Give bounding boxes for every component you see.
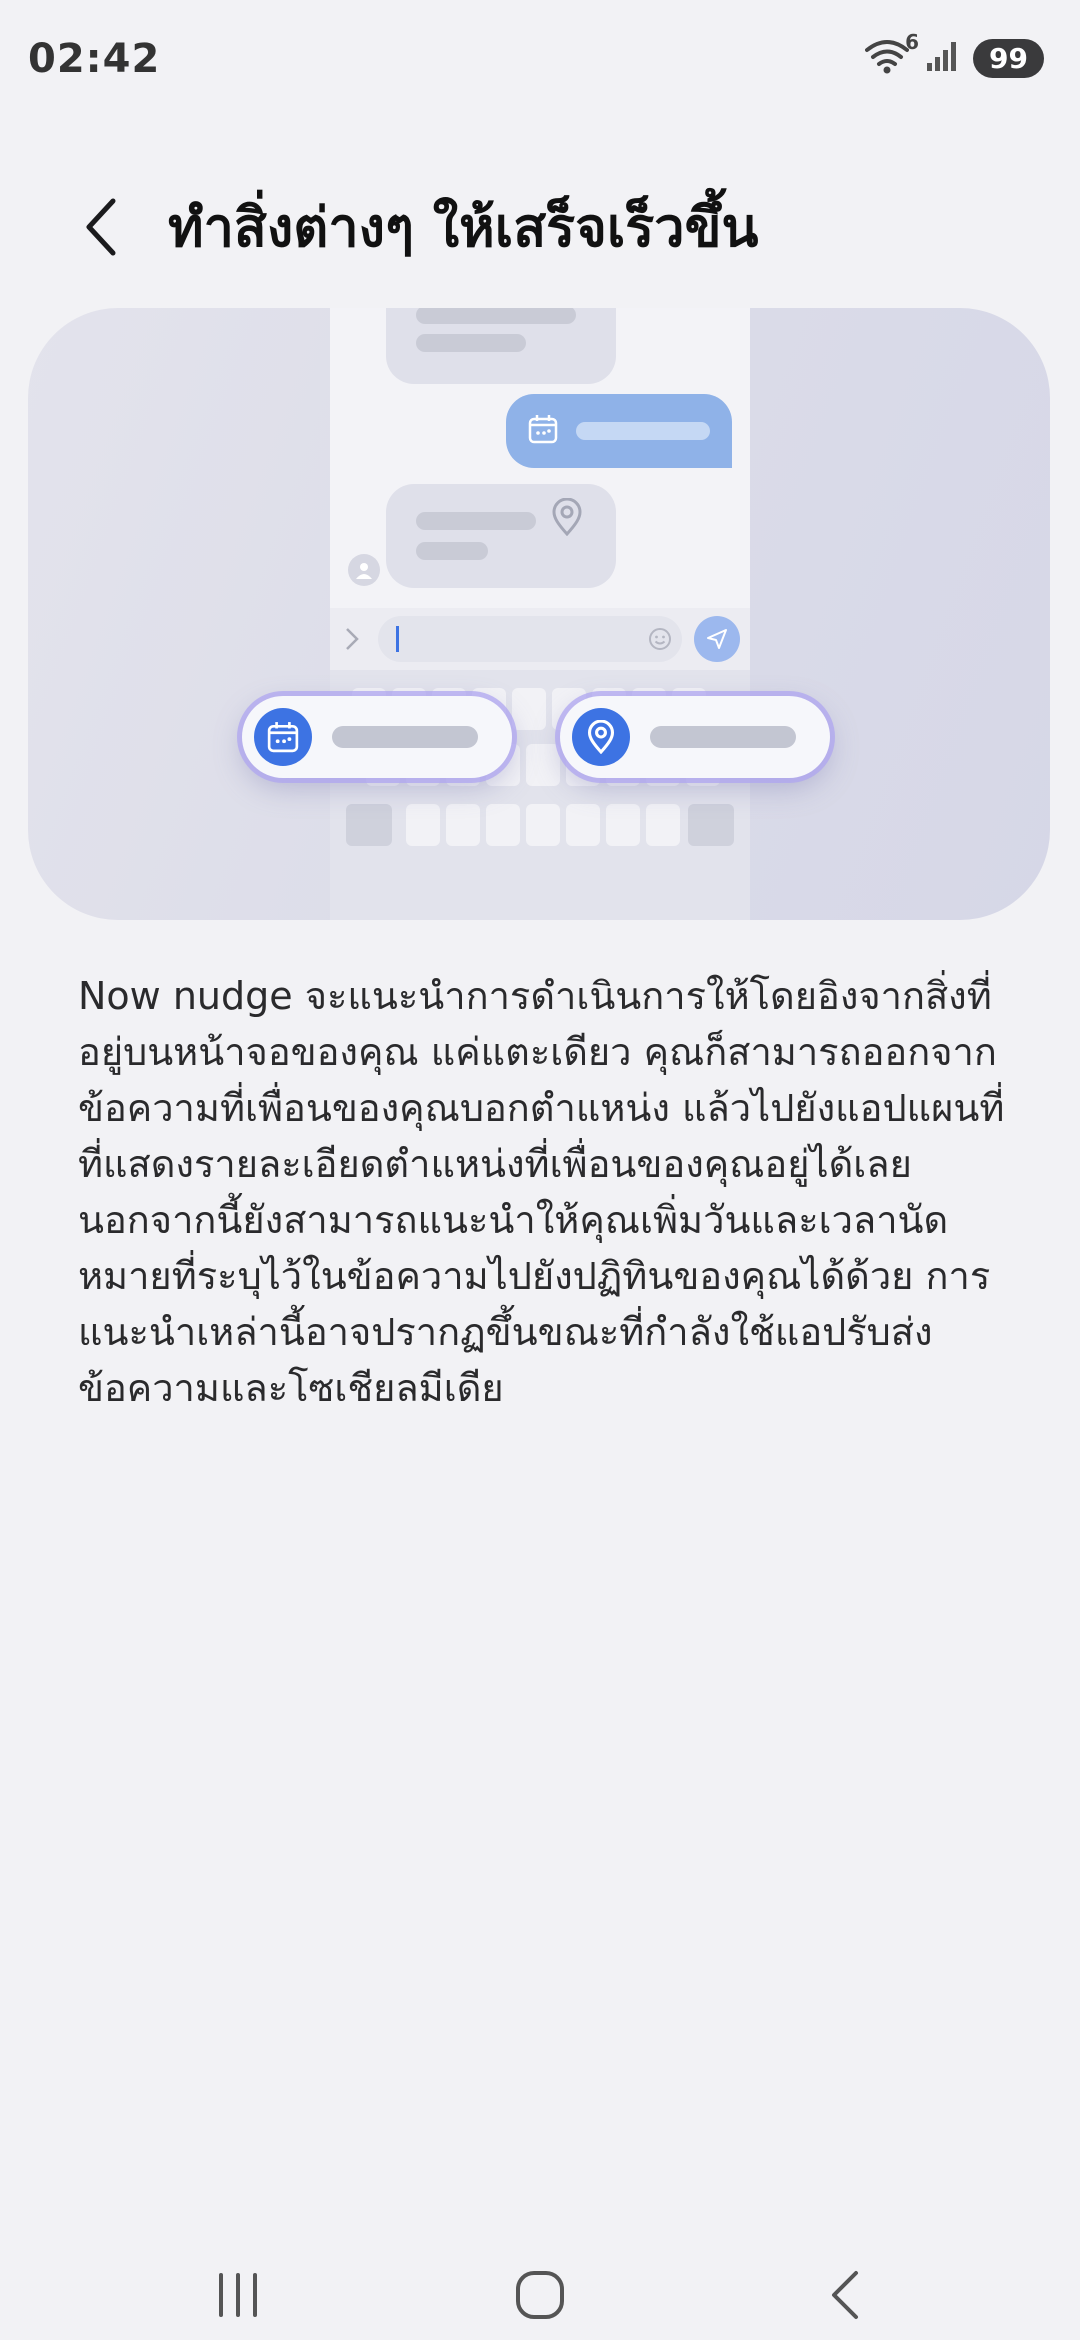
status-time: 02:42	[28, 36, 161, 82]
illustration	[28, 308, 1050, 920]
recents-button[interactable]	[178, 2250, 298, 2340]
chevron-left-icon	[86, 198, 116, 256]
location-pin-icon	[552, 498, 582, 536]
battery-icon: 99	[973, 38, 1044, 78]
message-bubble-outgoing	[506, 394, 732, 468]
location-suggestion-chip	[560, 696, 830, 778]
emoji-icon	[649, 628, 671, 650]
back-icon	[832, 2271, 858, 2319]
calendar-icon	[528, 415, 558, 444]
profile-icon	[348, 554, 380, 586]
status-icons: 6 99	[865, 30, 1044, 78]
header: ทำสิ่งต่างๆ ให้เสร็จเร็วขึ้น	[0, 170, 1080, 280]
back-button[interactable]	[66, 182, 136, 272]
calendar-suggestion-chip	[242, 696, 512, 778]
chevron-right-icon	[346, 628, 359, 650]
page-title: ทำสิ่งต่างๆ ให้เสร็จเร็วขึ้น	[168, 196, 759, 259]
recents-icon	[219, 2273, 257, 2317]
send-icon	[694, 616, 740, 662]
phone-mockup	[330, 308, 750, 920]
message-bubble-incoming	[386, 308, 616, 384]
home-button[interactable]	[480, 2250, 600, 2340]
navigation-bar	[0, 2220, 1080, 2340]
wifi-icon: 6	[865, 30, 919, 78]
signal-icon	[925, 39, 961, 77]
wifi-badge: 6	[905, 30, 920, 54]
message-input-field	[378, 616, 682, 662]
home-icon	[516, 2271, 564, 2319]
nav-back-button[interactable]	[784, 2250, 904, 2340]
calendar-icon	[254, 708, 312, 766]
location-pin-icon	[572, 708, 630, 766]
status-bar: 02:42 6 99	[0, 0, 1080, 120]
description-text: Now nudge จะแนะนำการดำเนินการให้โดยอิงจา…	[78, 974, 1005, 1410]
message-bubble-incoming	[386, 484, 616, 588]
message-input-row	[330, 608, 750, 670]
